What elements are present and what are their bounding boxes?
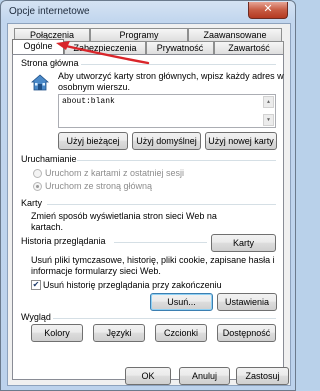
history-separator	[114, 242, 207, 243]
languages-button[interactable]: Języki	[93, 324, 145, 342]
appearance-separator	[53, 318, 276, 319]
tabs-description-line1: Zmień sposób wyświetlania stron sieci We…	[31, 211, 217, 221]
use-current-button[interactable]: Użyj bieżącej	[58, 132, 128, 150]
radio-home-page-label: Uruchom ze stroną główną	[45, 181, 153, 191]
accessibility-button[interactable]: Dostępność	[217, 324, 276, 342]
radio-home-page[interactable]	[33, 182, 42, 191]
apply-button[interactable]: Zastosuj	[236, 367, 289, 385]
home-separator	[81, 64, 276, 65]
close-icon: ✕	[263, 3, 273, 15]
use-default-button[interactable]: Użyj domyślnej	[132, 132, 201, 150]
scroll-down-icon[interactable]: ▼	[263, 114, 274, 126]
tabs-separator	[47, 204, 276, 205]
window-title: Opcje internetowe	[9, 6, 90, 17]
radio-last-session-label: Uruchom z kartami z ostatniej sesji	[45, 168, 185, 178]
tabs-settings-button[interactable]: Karty	[211, 234, 276, 252]
tabs-description-line2: kartach.	[31, 222, 64, 232]
colors-button[interactable]: Kolory	[31, 324, 83, 342]
home-page-heading: Strona główna	[21, 58, 79, 68]
appearance-heading: Wygląd	[21, 312, 51, 322]
history-description-line1: Usuń pliki tymczasowe, historię, pliki c…	[31, 255, 275, 265]
radio-last-session[interactable]	[33, 169, 42, 178]
dialog-window: Opcje internetowe ✕ Połączenia Programy …	[0, 0, 296, 391]
delete-history-on-exit-checkbox[interactable]: ✔	[31, 280, 41, 290]
delete-history-on-exit-label[interactable]: Usuń historię przeglądania przy zakończe…	[43, 280, 222, 291]
ok-button[interactable]: OK	[125, 367, 171, 385]
tab-content[interactable]: Zawartość	[214, 41, 284, 55]
home-url-value: about:blank	[62, 97, 115, 106]
fonts-button[interactable]: Czcionki	[155, 324, 207, 342]
cancel-button[interactable]: Anuluj	[179, 367, 230, 385]
tab-security[interactable]: Zabezpieczenia	[64, 41, 146, 55]
history-heading: Historia przeglądania	[21, 236, 106, 246]
tab-general[interactable]: Ogólne	[12, 39, 64, 55]
startup-heading: Uruchamianie	[21, 154, 77, 164]
tab-advanced[interactable]: Zaawansowane	[188, 28, 282, 42]
home-icon	[31, 74, 49, 91]
close-button[interactable]: ✕	[248, 2, 288, 19]
home-url-textarea[interactable]: about:blank ▲ ▼	[58, 94, 276, 128]
title-bar[interactable]: Opcje internetowe ✕	[1, 1, 295, 23]
history-settings-button[interactable]: Ustawienia	[217, 293, 277, 311]
tabs-heading: Karty	[21, 198, 43, 208]
startup-separator	[77, 160, 276, 161]
tab-privacy[interactable]: Prywatność	[146, 41, 214, 55]
history-description-line2: informacje formularzy sieci Web.	[31, 266, 161, 276]
use-new-tab-button[interactable]: Użyj nowej karty	[205, 132, 277, 150]
delete-history-button[interactable]: Usuń...	[150, 293, 213, 311]
home-description-line2: osobnym wierszu.	[58, 82, 131, 92]
tab-programs[interactable]: Programy	[90, 28, 188, 42]
home-description-line1: Aby utworzyć karty stron głównych, wpisz…	[58, 71, 284, 81]
scroll-up-icon[interactable]: ▲	[263, 96, 274, 108]
